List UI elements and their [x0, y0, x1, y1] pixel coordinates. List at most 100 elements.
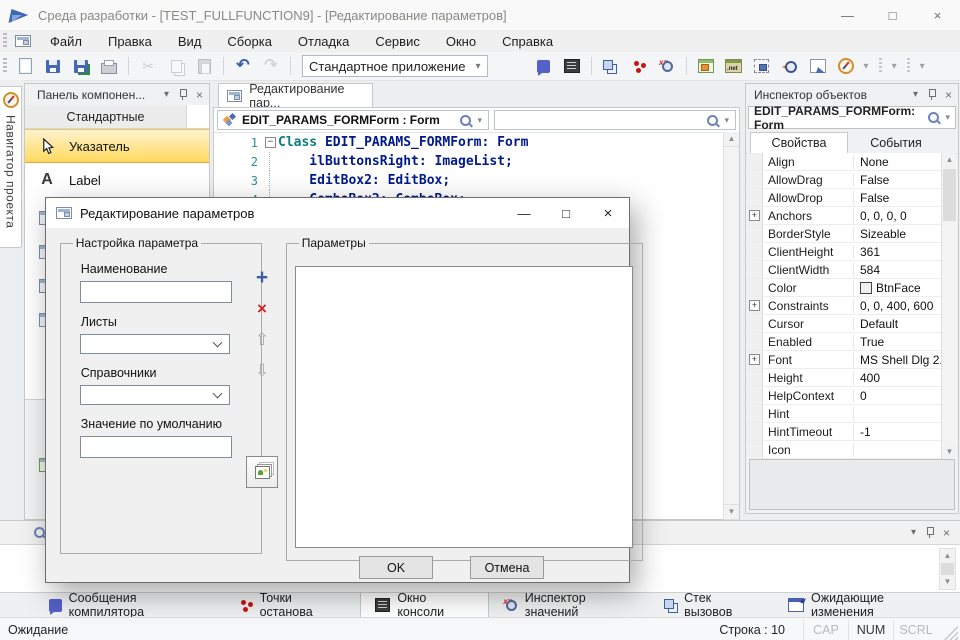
dialog-titlebar[interactable]: Редактирование параметров — □ ×: [46, 198, 629, 228]
cancel-button[interactable]: Отмена: [470, 556, 544, 579]
chevron-down-icon[interactable]: ▾: [724, 115, 729, 126]
property-row[interactable]: AlignNone: [747, 153, 942, 171]
scroll-up-icon[interactable]: ▲: [724, 132, 739, 147]
default-value-input[interactable]: [80, 436, 232, 458]
inspector-scrollbar[interactable]: ▲ ▼: [941, 153, 957, 459]
menu-item-2[interactable]: Вид: [165, 31, 215, 52]
chevron-down-icon[interactable]: ▾: [164, 89, 169, 100]
property-row[interactable]: Height400: [747, 369, 942, 387]
navigator-button[interactable]: [833, 54, 859, 78]
pin-icon[interactable]: [925, 527, 934, 538]
scrollbar-thumb[interactable]: [943, 169, 956, 221]
property-value[interactable]: 0, 0, 400, 600: [854, 299, 942, 313]
property-value[interactable]: -1: [854, 425, 942, 439]
menu-item-7[interactable]: Справка: [489, 31, 566, 52]
property-gutter[interactable]: +: [747, 351, 763, 368]
dialog-maximize-button[interactable]: □: [545, 198, 587, 228]
param-name-input[interactable]: [80, 281, 232, 303]
code-line[interactable]: 1−Class EDIT_PARAMS_FORMForm: Form: [214, 133, 739, 152]
property-value[interactable]: Sizeable: [854, 227, 942, 241]
palette-item-указатель[interactable]: Указатель: [25, 129, 209, 163]
params-listbox[interactable]: [295, 266, 633, 548]
tab-edit-params[interactable]: Редактирование пар...: [218, 83, 373, 107]
bottom-tab-2[interactable]: Окно консоли: [360, 593, 489, 617]
editor-scrollbar[interactable]: ▲ ▼: [723, 132, 739, 520]
sheets-select[interactable]: [80, 334, 230, 354]
toolbar-overflow-icon[interactable]: ▾: [920, 61, 925, 72]
property-row[interactable]: HelpContext0: [747, 387, 942, 405]
console-button[interactable]: [559, 54, 585, 78]
editor-search-box[interactable]: ▾: [494, 110, 736, 130]
scroll-down-icon[interactable]: ▼: [724, 504, 739, 520]
property-value[interactable]: 400: [854, 371, 942, 385]
select-form-button[interactable]: [749, 54, 775, 78]
expand-icon[interactable]: +: [749, 354, 760, 365]
property-gutter[interactable]: +: [747, 297, 763, 314]
bottom-tab-5[interactable]: Ожидающие изменения: [774, 593, 960, 617]
inspector-object-combo[interactable]: EDIT_PARAMS_FORMForm: Form ▾: [748, 106, 956, 129]
scroll-down-icon[interactable]: ▼: [940, 575, 955, 589]
menu-item-6[interactable]: Окно: [433, 31, 489, 52]
cascade-button[interactable]: [598, 54, 624, 78]
directories-select[interactable]: [80, 385, 230, 405]
info-button[interactable]: [531, 54, 557, 78]
new-file-button[interactable]: [12, 54, 38, 78]
menu-item-1[interactable]: Правка: [95, 31, 165, 52]
save-button[interactable]: [40, 54, 66, 78]
property-row[interactable]: HintTimeout-1: [747, 423, 942, 441]
code-fold-icon[interactable]: −: [265, 137, 276, 148]
resize-grip[interactable]: [942, 624, 958, 640]
scroll-up-icon[interactable]: ▲: [942, 153, 957, 167]
scroll-down-icon[interactable]: ▼: [942, 445, 957, 459]
property-row[interactable]: AllowDropFalse: [747, 189, 942, 207]
move-up-button[interactable]: ⇧: [249, 328, 275, 352]
dot-net-button[interactable]: [721, 54, 747, 78]
minimize-button[interactable]: —: [825, 0, 870, 30]
bottom-tab-4[interactable]: Стек вызовов: [653, 593, 774, 617]
drag-handle[interactable]: [879, 58, 882, 74]
expand-icon[interactable]: +: [749, 300, 760, 311]
menu-item-0[interactable]: Файл: [37, 31, 95, 52]
property-row[interactable]: Icon: [747, 441, 942, 459]
dialog-minimize-button[interactable]: —: [503, 198, 545, 228]
property-value[interactable]: True: [854, 335, 942, 349]
drag-handle[interactable]: [907, 58, 910, 74]
member-combo[interactable]: EDIT_PARAMS_FORMForm : Form ▾: [217, 110, 489, 130]
print-button[interactable]: [96, 54, 122, 78]
chevron-down-icon[interactable]: ▾: [945, 112, 950, 123]
close-icon[interactable]: ×: [943, 526, 950, 540]
property-value[interactable]: None: [854, 155, 942, 169]
scrollbar-thumb[interactable]: [941, 563, 954, 575]
bottom-tab-0[interactable]: Сообщения компилятора: [35, 593, 225, 617]
property-row[interactable]: AllowDragFalse: [747, 171, 942, 189]
code-line[interactable]: 2 ilButtonsRight: ImageList;: [214, 152, 739, 171]
tab-свойства[interactable]: Свойства: [750, 132, 848, 154]
dialog-close-button[interactable]: ×: [587, 198, 629, 228]
property-row[interactable]: CursorDefault: [747, 315, 942, 333]
property-row[interactable]: ColorBtnFace: [747, 279, 942, 297]
chevron-down-icon[interactable]: ▾: [911, 527, 916, 538]
tab-project-navigator[interactable]: Навигатор проекта: [0, 86, 22, 248]
toolbar-overflow-icon[interactable]: ▾: [892, 61, 897, 72]
delete-param-button[interactable]: ×: [249, 297, 275, 321]
property-row[interactable]: Hint: [747, 405, 942, 423]
property-row[interactable]: +Anchors0, 0, 0, 0: [747, 207, 942, 225]
chevron-down-icon[interactable]: ▾: [913, 89, 918, 100]
property-row[interactable]: EnabledTrue: [747, 333, 942, 351]
menu-item-5[interactable]: Сервис: [362, 31, 433, 52]
menu-item-4[interactable]: Отладка: [285, 31, 362, 52]
property-value[interactable]: MS Shell Dlg 2...: [854, 353, 942, 367]
menu-item-3[interactable]: Сборка: [214, 31, 285, 52]
property-value[interactable]: False: [854, 191, 942, 205]
palette-item-label[interactable]: ALabel: [25, 163, 209, 197]
form-designer-button[interactable]: [693, 54, 719, 78]
property-value[interactable]: 0, 0, 0, 0: [854, 209, 942, 223]
bottom-tab-1[interactable]: Точки останова: [225, 593, 360, 617]
image-list-button[interactable]: [246, 456, 278, 488]
add-param-button[interactable]: +: [249, 266, 275, 290]
pin-icon[interactable]: [927, 89, 936, 100]
dock-scrollbar[interactable]: ▲ ▼: [939, 548, 956, 590]
watch-button[interactable]: [654, 54, 680, 78]
tab-standard-components[interactable]: Стандартные: [25, 110, 186, 124]
close-icon[interactable]: ×: [945, 88, 952, 102]
